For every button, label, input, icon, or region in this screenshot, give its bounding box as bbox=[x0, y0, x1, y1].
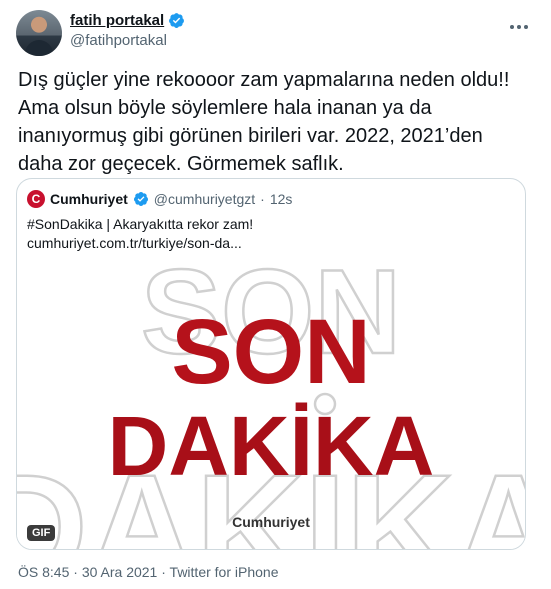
tweet-meta: ÖS 8:45 · 30 Ara 2021 · Twitter for iPho… bbox=[18, 564, 278, 580]
more-options-button[interactable] bbox=[509, 14, 529, 35]
headline-dakika: DAKİKA bbox=[108, 399, 435, 493]
tweet-source[interactable]: Twitter for iPhone bbox=[170, 564, 279, 580]
tweet-date[interactable]: 30 Ara 2021 bbox=[82, 564, 158, 580]
quoted-time: 12s bbox=[269, 191, 293, 207]
dot-separator: · bbox=[260, 191, 265, 207]
quoted-text: #SonDakika | Akaryakıtta rekor zam! cumh… bbox=[27, 215, 253, 253]
quoted-author-name: Cumhuriyet bbox=[50, 191, 128, 207]
tweet-text-line: inanıyormuş gibi görünen birileri var. 2… bbox=[18, 125, 483, 147]
verified-badge-icon bbox=[133, 192, 148, 206]
tweet-text-line: Ama olsun böyle söylemlere hala inanan y… bbox=[18, 97, 432, 119]
gif-badge: GIF bbox=[27, 525, 56, 541]
author-name[interactable]: fatih portakal bbox=[70, 12, 164, 29]
author-handle[interactable]: @fatihportakal bbox=[70, 32, 185, 49]
author-block: fatih portakal @fatihportakal bbox=[70, 12, 185, 49]
quoted-tweet[interactable]: C Cumhuriyet @cumhuriyetgzt · 12s #SonDa… bbox=[16, 178, 526, 550]
cumhuriyet-logo-icon: C bbox=[27, 190, 45, 208]
quoted-link[interactable]: cumhuriyet.com.tr/turkiye/son-da... bbox=[27, 234, 253, 253]
meta-separator: · bbox=[161, 564, 166, 580]
quoted-text-line: #SonDakika | Akaryakıtta rekor zam! bbox=[27, 216, 254, 232]
quoted-author-handle: @cumhuriyetgzt bbox=[153, 191, 256, 207]
headline-son: SON bbox=[171, 301, 370, 403]
tweet-text: Dış güçler yine rekoooor zam yapmalarına… bbox=[18, 66, 533, 178]
tweet-text-line: Dış güçler yine rekoooor zam yapmalarına… bbox=[18, 69, 510, 91]
avatar[interactable] bbox=[16, 10, 62, 56]
gif-media[interactable]: SON DAKIKA SON DAKİKA Cumhuriyet GIF bbox=[17, 261, 525, 549]
tweet-text-line: daha zor geçecek. Görmemek saflık. bbox=[18, 153, 344, 175]
media-brand-logo: Cumhuriyet bbox=[232, 514, 310, 530]
tweet-time[interactable]: ÖS 8:45 bbox=[18, 564, 69, 580]
more-horizontal-icon bbox=[510, 25, 528, 29]
son-dakika-graphic: SON DAKIKA SON DAKİKA Cumhuriyet bbox=[17, 261, 525, 549]
meta-separator: · bbox=[73, 564, 78, 580]
verified-badge-icon bbox=[169, 13, 185, 28]
